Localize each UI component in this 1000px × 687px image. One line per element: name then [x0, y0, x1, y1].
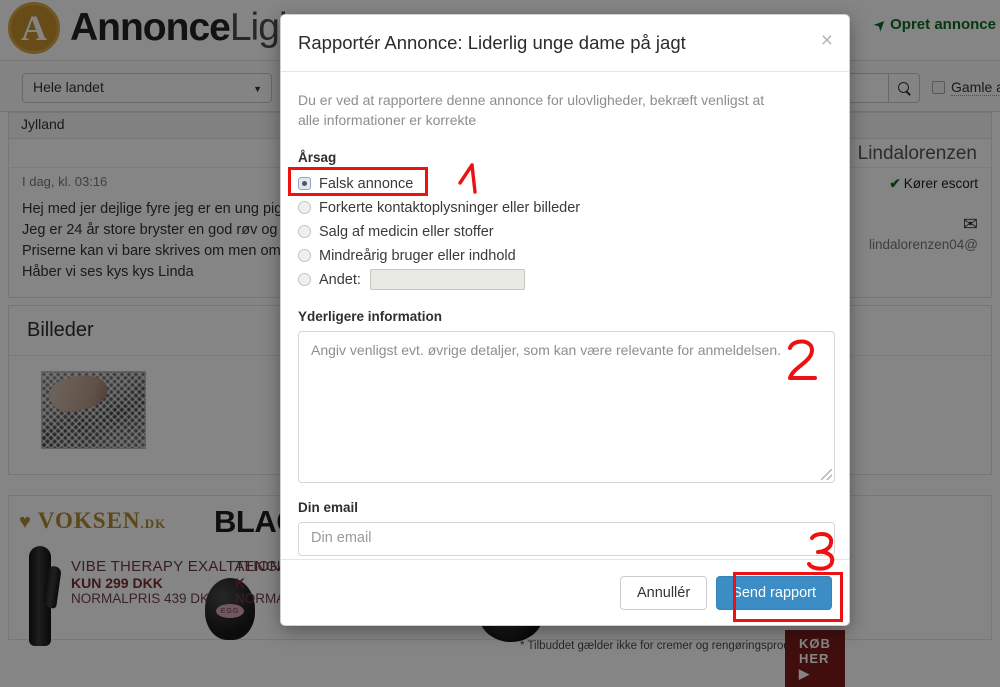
reason-option-label: Andet:: [319, 271, 361, 288]
reason-option-forkerte-kontaktoplysninger[interactable]: Forkerte kontaktoplysninger eller billed…: [298, 196, 832, 219]
email-field[interactable]: Din email: [298, 522, 835, 556]
email-label: Din email: [298, 500, 359, 515]
radio-icon: [298, 249, 311, 262]
andet-input[interactable]: [369, 269, 525, 290]
close-icon[interactable]: ×: [821, 30, 833, 51]
send-rapport-button[interactable]: Send rapport: [716, 576, 832, 610]
reason-option-falsk-annonce[interactable]: Falsk annonce: [298, 172, 832, 195]
modal-title: Rapportér Annonce: Liderlig unge dame på…: [298, 32, 686, 53]
cancel-button[interactable]: Annullér: [619, 576, 708, 610]
radio-icon: [298, 177, 311, 190]
extra-info-label: Yderligere information: [298, 309, 443, 324]
reason-option-label: Mindreårig bruger eller indhold: [319, 247, 516, 264]
reason-option-label: Forkerte kontaktoplysninger eller billed…: [319, 199, 581, 216]
reason-option-mindrearig-bruger[interactable]: Mindreårig bruger eller indhold: [298, 244, 832, 267]
reason-option-label: Falsk annonce: [319, 175, 414, 192]
radio-icon: [298, 201, 311, 214]
textarea-placeholder: Angiv venligst evt. øvrige detaljer, som…: [311, 342, 782, 358]
yderligere-information-textarea[interactable]: Angiv venligst evt. øvrige detaljer, som…: [298, 331, 835, 483]
modal-intro-text: Du er ved at rapportere denne annonce fo…: [298, 92, 765, 128]
modal-body: Du er ved at rapportere denne annonce fo…: [281, 72, 849, 560]
report-advert-modal: Rapportér Annonce: Liderlig unge dame på…: [280, 14, 850, 626]
resize-handle-icon[interactable]: [821, 469, 832, 480]
radio-icon: [298, 273, 311, 286]
modal-header: Rapportér Annonce: Liderlig unge dame på…: [281, 15, 849, 72]
email-placeholder: Din email: [311, 530, 372, 546]
modal-footer: Annullér Send rapport: [281, 559, 849, 625]
reason-radio-group: Falsk annonce Forkerte kontaktoplysninge…: [298, 172, 832, 291]
reason-option-salg-af-medicin[interactable]: Salg af medicin eller stoffer: [298, 220, 832, 243]
screenshot-root: A AnnonceLight ➤Opret annonce Hele lande…: [0, 0, 1000, 687]
reason-option-label: Salg af medicin eller stoffer: [319, 223, 494, 240]
radio-icon: [298, 225, 311, 238]
reason-label: Årsag: [298, 150, 337, 165]
reason-option-andet[interactable]: Andet:: [298, 268, 832, 291]
